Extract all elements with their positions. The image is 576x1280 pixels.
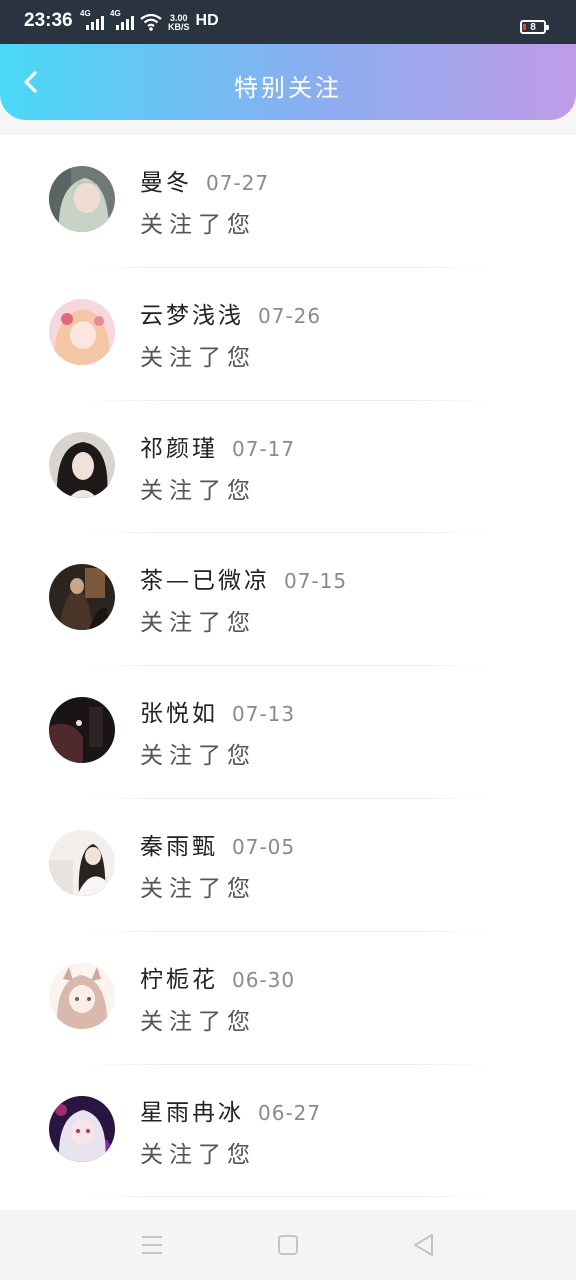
action-text: 关注了您 <box>140 875 256 902</box>
list-item[interactable]: 茶—已微凉 07-15 关注了您 <box>0 533 576 667</box>
action-text: 关注了您 <box>140 1008 256 1035</box>
avatar[interactable] <box>49 298 115 365</box>
list-item[interactable]: 曼冬 07-27 关注了您 <box>0 135 576 268</box>
user-name: 曼冬 <box>140 170 192 196</box>
list-item[interactable]: 张悦如 07-13 关注了您 <box>0 666 576 799</box>
user-name: 云梦浅浅 <box>140 302 244 329</box>
avatar[interactable] <box>49 564 115 631</box>
user-name: 星雨冉冰 <box>140 1099 244 1126</box>
follow-date: 07-27 <box>206 171 270 195</box>
list-item[interactable]: 祁颜瑾 07-17 关注了您 <box>0 401 576 534</box>
avatar[interactable] <box>49 962 115 1029</box>
list-item[interactable]: 星雨冉冰 06-27 关注了您 <box>0 1065 576 1198</box>
page-title: 特别关注 <box>234 74 342 102</box>
avatar[interactable] <box>49 829 115 896</box>
signal-icon: 4G <box>110 9 134 32</box>
battery-level: 8 <box>530 21 536 33</box>
action-text: 关注了您 <box>140 212 256 238</box>
status-time: 23:36 <box>24 10 73 31</box>
user-name: 张悦如 <box>140 701 218 728</box>
menu-button[interactable] <box>138 1232 166 1258</box>
action-text: 关注了您 <box>140 610 256 637</box>
list-item[interactable]: 秦雨甄 07-05 关注了您 <box>0 799 576 932</box>
back-triangle-icon <box>414 1234 433 1256</box>
action-text: 关注了您 <box>140 477 256 504</box>
user-name: 柠栀花 <box>140 966 218 993</box>
system-nav-bar <box>0 1210 576 1280</box>
menu-icon <box>142 1236 162 1254</box>
list-item[interactable]: 柠栀花 06-30 关注了您 <box>0 932 576 1065</box>
user-name: 茶—已微凉 <box>140 568 270 595</box>
action-text: 关注了您 <box>140 743 256 770</box>
list-item[interactable]: 云梦浅浅 07-26 关注了您 <box>0 268 576 401</box>
follow-date: 07-15 <box>284 569 348 594</box>
divider <box>80 1196 496 1198</box>
home-button[interactable] <box>274 1232 302 1258</box>
avatar[interactable] <box>49 166 115 232</box>
avatar[interactable] <box>49 431 115 498</box>
user-name: 秦雨甄 <box>140 833 218 860</box>
net-speed-unit: KB/S <box>168 22 190 32</box>
status-bar: 23:36 4G 4G 3.00 KB/S HD 8 <box>0 0 576 44</box>
page-header: 特别关注 <box>0 44 576 120</box>
signal-icon: 4G <box>80 9 104 32</box>
status-icons: 4G 4G 3.00 KB/S HD <box>80 9 219 32</box>
avatar[interactable] <box>49 1095 115 1162</box>
wifi-icon <box>140 13 162 31</box>
follow-date: 06-30 <box>232 967 296 992</box>
user-name: 祁颜瑾 <box>140 435 218 462</box>
net-speed: 3.00 KB/S <box>168 14 190 32</box>
action-text: 关注了您 <box>140 1141 256 1168</box>
follow-date: 07-26 <box>258 303 322 328</box>
follower-list: 曼冬 07-27 关注了您 云梦浅浅 07-26 关注了您 祁颜瑾 07-17 … <box>0 135 576 1210</box>
follow-date: 07-17 <box>232 436 296 461</box>
home-square-icon <box>278 1235 298 1255</box>
avatar[interactable] <box>49 697 115 764</box>
follow-date: 07-13 <box>232 702 296 727</box>
action-text: 关注了您 <box>140 344 256 371</box>
hd-icon: HD <box>195 12 219 29</box>
battery-icon: 8 <box>520 20 549 34</box>
back-nav-button[interactable] <box>410 1232 438 1258</box>
follow-date: 07-05 <box>232 834 296 859</box>
follow-date: 06-27 <box>258 1100 322 1125</box>
